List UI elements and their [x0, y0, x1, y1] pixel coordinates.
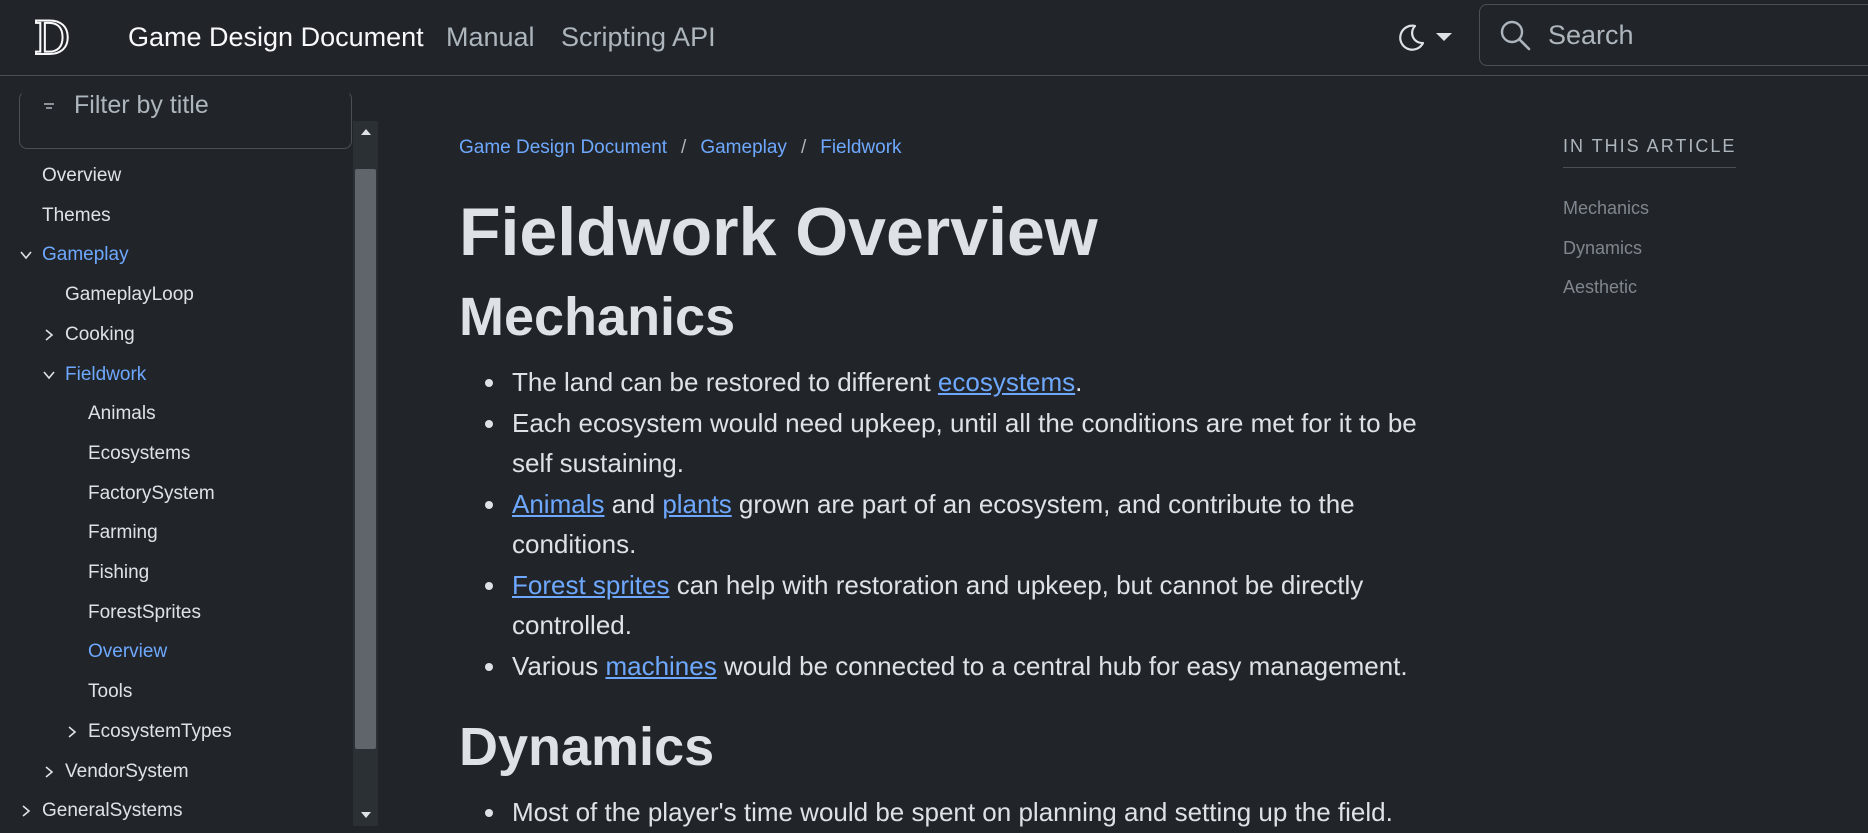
mechanics-list: The land can be restored to different ec…	[485, 362, 1462, 687]
article-toc-title: IN THIS ARTICLE	[1563, 136, 1737, 168]
logo-icon: D	[33, 14, 72, 60]
sidebar-item-tools[interactable]: Tools	[88, 676, 132, 708]
filter-box[interactable]	[19, 91, 352, 149]
list-item-text: would be connected to a central hub for …	[716, 650, 1408, 681]
chevron-down-icon[interactable]	[19, 248, 33, 262]
sidebar-item-ecosystems[interactable]: Ecosystems	[88, 438, 190, 470]
breadcrumb-link-game-design-document[interactable]: Game Design Document	[459, 137, 667, 158]
breadcrumb-separator: /	[681, 137, 687, 158]
list-item: Each ecosystem would need upkeep, until …	[485, 403, 1462, 484]
svg-text:D: D	[34, 14, 71, 60]
list-item-text: and	[604, 488, 663, 519]
link-animals[interactable]: Animals	[512, 489, 604, 519]
arrow-up-icon	[360, 129, 371, 135]
sidebar-scrollbar[interactable]	[353, 121, 378, 826]
list-item-text: Each ecosystem would need upkeep, until …	[512, 407, 1417, 479]
list-item-text: .	[1075, 367, 1083, 397]
dynamics-list: Most of the player's time would be spent…	[485, 792, 1462, 833]
search-input[interactable]	[1548, 15, 1848, 55]
theme-toggle-button[interactable]	[1396, 18, 1458, 56]
arrow-down-icon	[360, 812, 371, 818]
link-machines[interactable]: machines	[605, 651, 716, 681]
list-item-text: The land can be restored to different	[512, 367, 938, 397]
filter-icon	[44, 103, 54, 109]
list-item: Most of the player's time would be spent…	[485, 792, 1462, 833]
caret-down-icon	[1436, 33, 1452, 41]
breadcrumb-link-fieldwork[interactable]: Fieldwork	[820, 137, 901, 158]
chevron-right-icon[interactable]	[42, 328, 56, 342]
nav-link-scripting-api[interactable]: Scripting API	[561, 18, 716, 56]
list-item: The land can be restored to different ec…	[485, 362, 1462, 403]
logo[interactable]: D	[26, 12, 78, 62]
sidebar-item-fishing[interactable]: Fishing	[88, 557, 149, 589]
sidebar-item-overview[interactable]: Overview	[88, 636, 167, 668]
sidebar-item-fieldwork[interactable]: Fieldwork	[65, 359, 146, 391]
sidebar-item-factorysystem[interactable]: FactorySystem	[88, 478, 215, 510]
top-navbar: D Game Design Document Manual Scripting …	[0, 0, 1868, 76]
breadcrumb-separator: /	[800, 137, 807, 158]
nav-brand-link[interactable]: Game Design Document	[128, 18, 424, 56]
sidebar-item-gameplay[interactable]: Gameplay	[42, 239, 129, 271]
link-ecosystems[interactable]: ecosystems	[938, 367, 1075, 397]
sidebar-item-themes[interactable]: Themes	[42, 200, 111, 232]
scrollbar-thumb[interactable]	[355, 169, 376, 749]
article-toc-link-aesthetic[interactable]: Aesthetic	[1563, 277, 1637, 298]
chevron-right-icon[interactable]	[42, 765, 56, 779]
article-toc-link-mechanics[interactable]: Mechanics	[1563, 198, 1649, 219]
link-forest-sprites[interactable]: Forest sprites	[512, 570, 670, 600]
filter-input[interactable]	[74, 92, 344, 122]
search-icon	[1500, 20, 1531, 51]
nav-link-manual[interactable]: Manual	[446, 18, 535, 56]
sidebar-item-animals[interactable]: Animals	[88, 398, 156, 430]
list-item: Animals and plants grown are part of an …	[485, 484, 1462, 565]
sidebar-item-generalsystems[interactable]: GeneralSystems	[42, 795, 182, 826]
chevron-right-icon[interactable]	[19, 804, 33, 818]
heading-dynamics: Dynamics	[459, 717, 715, 777]
link-plants[interactable]: plants	[662, 489, 731, 519]
breadcrumb-link-gameplay[interactable]: Gameplay	[700, 137, 787, 158]
breadcrumb: Game Design Document / Gameplay / Fieldwork	[459, 134, 902, 162]
chevron-down-icon[interactable]	[42, 368, 56, 382]
list-item-text: Various	[512, 650, 606, 681]
sidebar: Overview Themes Gameplay GameplayLoop Cookin…	[0, 77, 378, 826]
sidebar-item-cooking[interactable]: Cooking	[65, 319, 135, 351]
list-item: Various machines would be connected to a…	[485, 646, 1462, 687]
sidebar-item-gameplayloop[interactable]: GameplayLoop	[65, 279, 194, 311]
moon-icon	[1399, 24, 1425, 51]
search-box[interactable]	[1479, 4, 1868, 66]
scroll-down-button[interactable]	[353, 804, 378, 826]
sidebar-item-overview[interactable]: Overview	[42, 160, 121, 192]
page-title: Fieldwork Overview	[459, 194, 1098, 270]
article-toc-link-dynamics[interactable]: Dynamics	[1563, 238, 1642, 259]
list-item-text: Most of the player's time would be spent…	[512, 797, 1393, 827]
heading-mechanics: Mechanics	[459, 287, 736, 347]
sidebar-item-ecosystemtypes[interactable]: EcosystemTypes	[88, 716, 232, 748]
sidebar-item-forestsprites[interactable]: ForestSprites	[88, 597, 201, 629]
sidebar-item-farming[interactable]: Farming	[88, 517, 158, 549]
list-item: Forest sprites can help with restoration…	[485, 565, 1462, 646]
scroll-up-button[interactable]	[353, 121, 378, 143]
sidebar-item-vendorsystem[interactable]: VendorSystem	[65, 756, 189, 788]
chevron-right-icon[interactable]	[65, 725, 79, 739]
